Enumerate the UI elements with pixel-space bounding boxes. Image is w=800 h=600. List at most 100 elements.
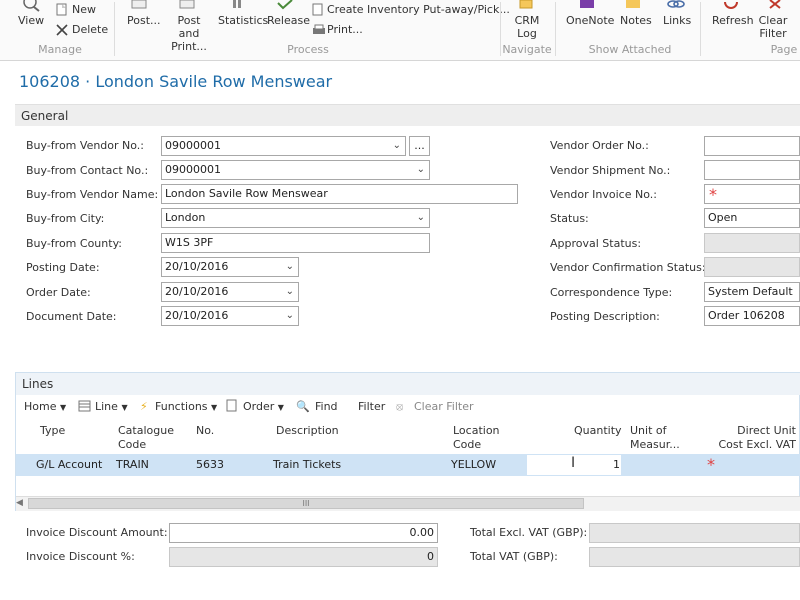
post-icon (131, 0, 147, 9)
group-page-label: Page (770, 43, 798, 56)
post-and-print-icon (179, 0, 195, 9)
buy-from-contact-no-value: 09000001 (165, 163, 221, 176)
buy-from-vendor-name-field[interactable]: London Savile Row Menswear (161, 184, 518, 204)
vendor-invoice-no-field[interactable]: * (704, 184, 800, 204)
required-asterisk-icon: * (709, 185, 717, 204)
buy-from-vendor-no-value: 09000001 (165, 139, 221, 152)
statistics-button[interactable]: Statistics (218, 14, 268, 27)
col-location-header[interactable]: Location Code (453, 424, 508, 452)
posting-date-field[interactable]: 20/10/2016 ⌄ (161, 257, 299, 277)
total-vat-label: Total VAT (GBP): (470, 550, 558, 563)
lines-functions-label: Functions (155, 400, 208, 413)
order-date-label: Order Date: (26, 286, 91, 299)
col-unit-header[interactable]: Unit of Measur... (630, 424, 690, 452)
lines-filter-button[interactable]: Filter (358, 400, 385, 413)
row-no-cell[interactable]: 5633 (196, 458, 224, 471)
vendor-confirmation-status-field (704, 257, 800, 277)
row-quantity-cell[interactable]: 1 (613, 458, 620, 471)
buy-from-contact-no-label: Buy-from Contact No.: (26, 164, 149, 177)
notes-button[interactable]: Notes (620, 14, 652, 27)
lines-line-menu[interactable]: Line ▼ (95, 400, 128, 413)
buy-from-vendor-no-field[interactable]: 09000001 ⌄ (161, 136, 406, 156)
general-section-header[interactable]: General (15, 104, 800, 126)
clear-filter-icon: ⦻ (396, 400, 404, 413)
create-inventory-icon (312, 3, 323, 16)
print-icon (313, 24, 325, 34)
col-type-header[interactable]: Type (40, 424, 65, 438)
delete-button[interactable]: Delete (72, 23, 108, 36)
invoice-discount-pct-value: 0 (427, 550, 434, 563)
release-button[interactable]: Release (267, 14, 310, 27)
total-excl-vat-field (589, 523, 800, 543)
required-asterisk-icon: * (707, 455, 715, 474)
buy-from-vendor-no-label: Buy-from Vendor No.: (26, 139, 145, 152)
lines-functions-menu[interactable]: Functions ▼ (155, 400, 217, 413)
chevron-down-icon[interactable]: ⌄ (286, 283, 294, 301)
vendor-shipment-no-field[interactable] (704, 160, 800, 180)
chevron-down-icon[interactable]: ⌄ (393, 137, 401, 155)
view-button[interactable]: View (18, 14, 44, 27)
status-field[interactable]: Open (704, 208, 800, 228)
scroll-left-icon[interactable]: ◀ (16, 497, 26, 510)
crm-log-icon (519, 0, 533, 9)
correspondence-type-field[interactable]: System Default (704, 282, 800, 302)
post-button[interactable]: Post... (127, 14, 161, 27)
crm-log-button[interactable]: CRM Log (513, 14, 541, 40)
lines-home-label: Home (24, 400, 57, 413)
lines-find-button[interactable]: Find (315, 400, 338, 413)
onenote-button[interactable]: OneNote (566, 14, 614, 27)
chevron-down-icon[interactable]: ⌄ (286, 258, 294, 276)
buy-from-city-field[interactable]: London ⌄ (161, 208, 430, 228)
ribbon-separator (500, 2, 501, 56)
ribbon-separator (555, 2, 556, 56)
row-description-cell[interactable]: Train Tickets (273, 458, 341, 471)
group-manage-label: Manage (38, 43, 82, 56)
buy-from-contact-no-field[interactable]: 09000001 ⌄ (161, 160, 430, 180)
chevron-down-icon[interactable]: ⌄ (417, 209, 425, 227)
lines-section-header[interactable]: Lines (16, 373, 800, 395)
total-excl-vat-label: Total Excl. VAT (GBP): (470, 526, 588, 539)
invoice-discount-amount-field[interactable]: 0.00 (169, 523, 438, 543)
lines-order-menu[interactable]: Order ▼ (243, 400, 284, 413)
print-button[interactable]: Print... (327, 23, 363, 36)
status-label: Status: (550, 212, 589, 225)
clear-filter-icon (769, 0, 781, 9)
new-button[interactable]: New (72, 3, 96, 16)
col-quantity-header[interactable]: Quantity (574, 424, 622, 438)
chevron-down-icon[interactable]: ⌄ (417, 161, 425, 179)
row-location-cell[interactable]: YELLOW (451, 458, 496, 471)
row-catalogue-cell[interactable]: TRAIN (116, 458, 149, 471)
ribbon-separator (114, 2, 115, 56)
col-catalogue-header[interactable]: Catalogue Code (118, 424, 178, 452)
links-button[interactable]: Links (663, 14, 691, 27)
buy-from-county-field[interactable]: W1S 3PF (161, 233, 430, 253)
posting-description-field[interactable]: Order 106208 (704, 306, 800, 326)
new-icon (56, 3, 67, 16)
group-show-attached-label: Show Attached (588, 43, 672, 56)
buy-from-city-label: Buy-from City: (26, 212, 105, 225)
buy-from-city-value: London (165, 211, 206, 224)
document-date-field[interactable]: 20/10/2016 ⌄ (161, 306, 299, 326)
order-date-field[interactable]: 20/10/2016 ⌄ (161, 282, 299, 302)
lines-order-label: Order (243, 400, 275, 413)
invoice-discount-pct-label: Invoice Discount %: (26, 550, 135, 563)
post-and-print-button[interactable]: Post and Print... (166, 14, 212, 53)
vendor-order-no-field[interactable] (704, 136, 800, 156)
scrollbar-thumb[interactable]: III (28, 498, 584, 509)
vendor-lookup-button[interactable]: ... (409, 136, 430, 156)
lines-home-menu[interactable]: Home ▼ (24, 400, 66, 413)
col-description-header[interactable]: Description (276, 424, 339, 438)
col-no-header[interactable]: No. (196, 424, 214, 438)
create-inventory-button[interactable]: Create Inventory Put-away/Pick... (327, 3, 510, 16)
lines-clear-filter-button[interactable]: Clear Filter (414, 400, 474, 413)
functions-icon: ⚡ (140, 400, 148, 413)
posting-description-value: Order 106208 (708, 309, 785, 322)
buy-from-vendor-name-label: Buy-from Vendor Name: (26, 188, 159, 201)
buy-from-county-label: Buy-from County: (26, 237, 122, 250)
chevron-down-icon[interactable]: ⌄ (286, 307, 294, 325)
row-type-cell[interactable]: G/L Account (36, 458, 102, 471)
clear-filter-button[interactable]: Clear Filter (758, 14, 788, 40)
refresh-button[interactable]: Refresh (712, 14, 754, 27)
col-direct-cost-header[interactable]: Direct Unit Cost Excl. VAT (712, 424, 796, 452)
refresh-icon (724, 1, 738, 9)
